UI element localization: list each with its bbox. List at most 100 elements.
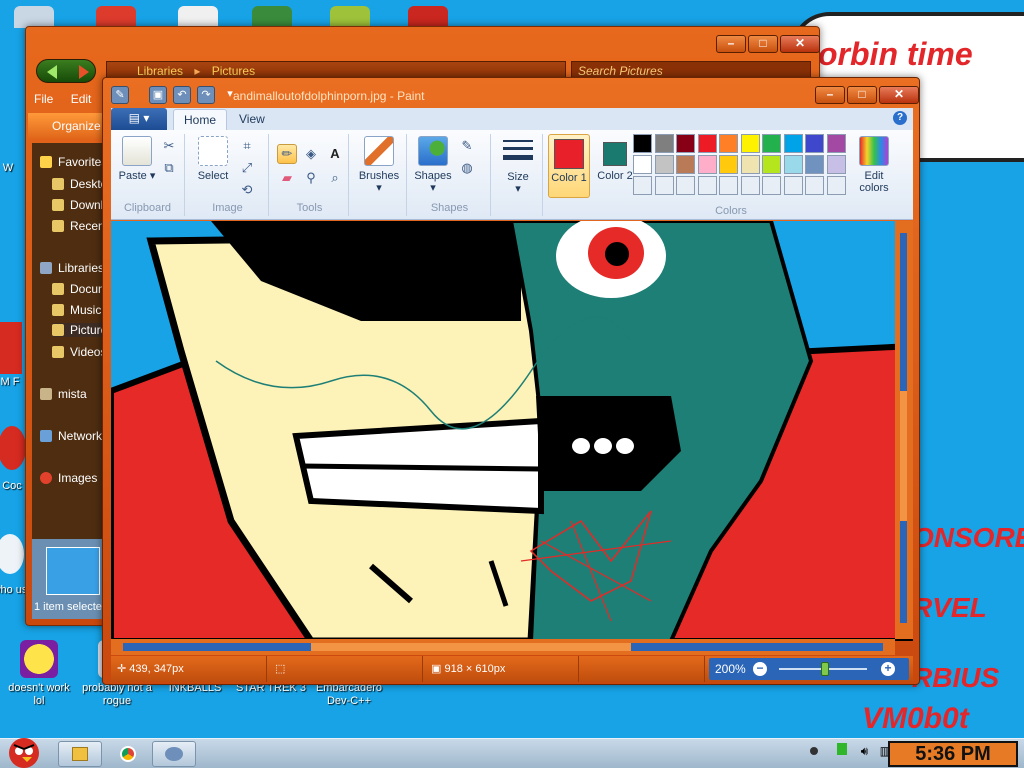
desktop-icon-fragment[interactable] bbox=[0, 534, 24, 574]
size-button[interactable]: Size ▾ bbox=[497, 136, 539, 195]
taskbar-chrome[interactable] bbox=[106, 741, 150, 767]
close-button[interactable]: ✕ bbox=[879, 86, 919, 104]
desktop-icon[interactable] bbox=[14, 6, 54, 28]
color1-selector[interactable]: Color 1 bbox=[548, 134, 590, 198]
nav-item-libraries[interactable]: Libraries bbox=[40, 261, 102, 275]
nav-item-downloads[interactable]: Downloads bbox=[52, 198, 102, 212]
minimize-button[interactable]: – bbox=[815, 86, 845, 104]
desktop-icon-yahoo[interactable]: doesn't work lol bbox=[2, 640, 76, 708]
nav-item-pictures[interactable]: Pictures bbox=[52, 323, 102, 337]
palette-swatch[interactable] bbox=[762, 134, 781, 153]
chrome-icon[interactable] bbox=[96, 6, 136, 28]
maximize-button[interactable]: □ bbox=[748, 35, 778, 53]
nav-item-videos[interactable]: Videos bbox=[52, 345, 102, 359]
tab-view[interactable]: View bbox=[229, 109, 275, 131]
palette-swatch[interactable] bbox=[783, 155, 803, 174]
copy-icon[interactable]: ⧉ bbox=[159, 158, 179, 178]
palette-swatch[interactable] bbox=[719, 155, 738, 174]
fill-icon[interactable]: ◈ bbox=[301, 144, 321, 164]
palette-swatch[interactable] bbox=[740, 134, 760, 153]
menu-file[interactable]: File bbox=[34, 92, 53, 106]
palette-swatch[interactable] bbox=[762, 155, 781, 174]
crop-icon[interactable]: ⌗ bbox=[237, 136, 257, 156]
palette-swatch[interactable] bbox=[697, 176, 717, 195]
nav-item-documents[interactable]: Documents bbox=[52, 282, 102, 296]
color2-selector[interactable]: Color 2 bbox=[595, 134, 635, 198]
menu-edit[interactable]: Edit bbox=[71, 92, 92, 106]
drawing-canvas[interactable] bbox=[111, 221, 913, 641]
maximize-button[interactable]: □ bbox=[847, 86, 877, 104]
fill-shape-icon[interactable]: ◍ bbox=[457, 158, 477, 178]
resize-icon[interactable]: ⤢ bbox=[237, 158, 257, 178]
taskbar-explorer[interactable] bbox=[58, 741, 102, 767]
palette-swatch[interactable] bbox=[633, 155, 652, 174]
rotate-icon[interactable]: ⟲ bbox=[237, 180, 257, 200]
undo-icon[interactable]: ↶ bbox=[173, 86, 191, 104]
palette-swatch[interactable] bbox=[762, 176, 781, 195]
palette-swatch[interactable] bbox=[783, 134, 803, 153]
organize-button[interactable]: Organize bbox=[28, 113, 104, 139]
color-picker-icon[interactable]: ⚲ bbox=[301, 168, 321, 188]
back-forward-buttons[interactable] bbox=[36, 59, 96, 83]
close-button[interactable]: ✕ bbox=[780, 35, 820, 53]
redo-icon[interactable]: ↷ bbox=[197, 86, 215, 104]
volume-icon[interactable]: 🔊︎ bbox=[861, 744, 869, 759]
save-icon[interactable]: ▣ bbox=[149, 86, 167, 104]
palette-swatch[interactable] bbox=[676, 134, 695, 153]
eraser-icon[interactable]: ▰ bbox=[277, 168, 297, 188]
file-menu-button[interactable]: ▤ ▾ bbox=[111, 108, 167, 130]
shapes-button[interactable]: Shapes ▾ bbox=[413, 136, 453, 194]
nav-item-network[interactable]: Network bbox=[40, 429, 102, 443]
nav-item-favorites[interactable]: Favorites bbox=[40, 155, 102, 169]
palette-swatch[interactable] bbox=[805, 134, 824, 153]
palette-swatch[interactable] bbox=[676, 155, 695, 174]
zoom-in-button[interactable]: + bbox=[881, 662, 895, 676]
app-icon[interactable] bbox=[408, 6, 448, 28]
palette-swatch[interactable] bbox=[719, 134, 738, 153]
palette-swatch[interactable] bbox=[740, 176, 760, 195]
paint-app-icon[interactable]: ✎ bbox=[111, 86, 129, 104]
nav-item-music[interactable]: Music bbox=[52, 303, 102, 317]
palette-swatch[interactable] bbox=[719, 176, 738, 195]
nav-item-recent[interactable]: Recent bbox=[52, 219, 102, 233]
scroll-thumb[interactable] bbox=[900, 391, 907, 521]
start-button[interactable] bbox=[2, 733, 46, 768]
magnifier-icon[interactable]: ⌕ bbox=[325, 168, 345, 188]
battery-icon[interactable] bbox=[837, 743, 848, 755]
palette-swatch[interactable] bbox=[697, 155, 717, 174]
game-icon[interactable] bbox=[330, 6, 370, 28]
paint-window[interactable]: ✎ ▣ ↶ ↷ ▾ andimalloutofdolphinporn.jpg -… bbox=[102, 77, 920, 685]
palette-swatch[interactable] bbox=[805, 176, 824, 195]
palette-swatch[interactable] bbox=[826, 176, 846, 195]
pencil-icon[interactable]: ✏ bbox=[277, 144, 297, 164]
breadcrumb-item[interactable]: Pictures bbox=[212, 64, 255, 78]
breadcrumb-item[interactable]: Libraries bbox=[137, 64, 183, 78]
nav-item-desktop[interactable]: Desktop bbox=[52, 177, 102, 191]
palette-swatch[interactable] bbox=[633, 134, 652, 153]
tab-home[interactable]: Home bbox=[173, 109, 228, 131]
text-icon[interactable]: A bbox=[325, 144, 345, 164]
palette-swatch[interactable] bbox=[740, 155, 760, 174]
nav-item-images[interactable]: Images bbox=[40, 471, 102, 485]
solitaire-icon[interactable] bbox=[178, 6, 218, 28]
taskbar-paint[interactable] bbox=[152, 741, 196, 767]
vertical-scrollbar[interactable] bbox=[895, 221, 913, 639]
palette-swatch[interactable] bbox=[826, 134, 846, 153]
zoom-slider-handle[interactable] bbox=[821, 662, 829, 676]
palette-swatch[interactable] bbox=[805, 155, 824, 174]
edit-colors-button[interactable]: Edit colors bbox=[849, 136, 899, 194]
palette-swatch[interactable] bbox=[783, 176, 803, 195]
help-icon[interactable]: ? bbox=[893, 111, 907, 125]
desktop-icon-fragment[interactable] bbox=[0, 426, 26, 470]
select-button[interactable]: Select bbox=[193, 136, 233, 182]
palette-swatch[interactable] bbox=[654, 134, 674, 153]
palette-swatch[interactable] bbox=[697, 134, 717, 153]
palette-swatch[interactable] bbox=[633, 176, 652, 195]
cut-icon[interactable]: ✂ bbox=[159, 136, 179, 156]
minimize-button[interactable]: – bbox=[716, 35, 746, 53]
scroll-thumb[interactable] bbox=[311, 643, 631, 651]
desktop-icon-fragment[interactable] bbox=[0, 322, 22, 374]
palette-swatch[interactable] bbox=[654, 176, 674, 195]
palette-swatch[interactable] bbox=[826, 155, 846, 174]
outline-icon[interactable]: ✎ bbox=[457, 136, 477, 156]
